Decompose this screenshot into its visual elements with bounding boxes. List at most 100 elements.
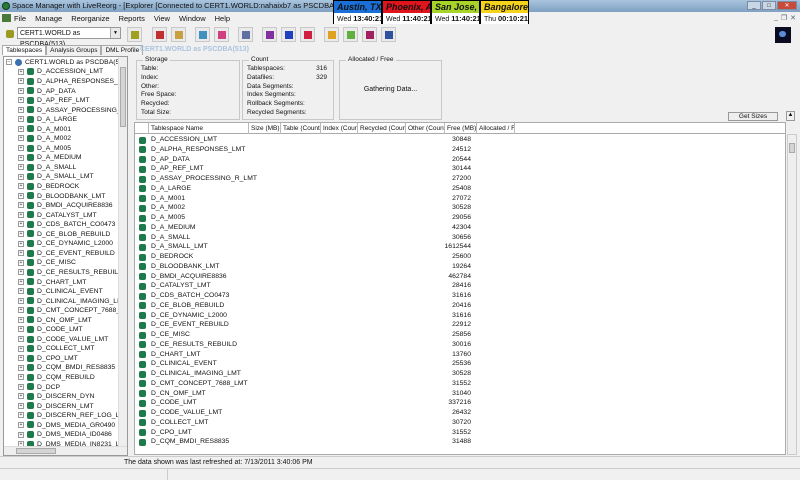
table-row[interactable]: D_CE_DYNAMIC_L2000 31616 [135, 311, 785, 321]
script-icon[interactable] [171, 27, 186, 42]
table-row[interactable]: D_A_M005 29056 [135, 213, 785, 223]
table-row[interactable]: D_CLINICAL_EVENT 25536 [135, 359, 785, 369]
table-row[interactable]: D_A_LARGE 25408 [135, 184, 785, 194]
table-row[interactable]: D_A_SMALL 30656 [135, 233, 785, 243]
column-header[interactable]: Table (Count) [281, 123, 321, 134]
column-header[interactable]: Free (MB) [445, 123, 477, 134]
tree-item[interactable]: + D_CN_OMF_LMT [18, 316, 92, 326]
exit-icon[interactable] [381, 27, 396, 42]
tree-item[interactable]: + D_CE_RESULTS_REBUILD [18, 268, 123, 278]
expand-icon[interactable]: + [18, 202, 24, 209]
menu-reorganize[interactable]: Reorganize [71, 14, 109, 23]
connection-select[interactable]: CERT1.WORLD as PSCDBA(513)▼ [17, 27, 121, 48]
mdi-restore-button[interactable]: ❐ [781, 14, 787, 22]
collapse-icon[interactable]: − [6, 59, 12, 66]
tree-item[interactable]: + D_CLINICAL_EVENT [18, 287, 103, 297]
table-row[interactable]: D_A_M001 27072 [135, 194, 785, 204]
expand-icon[interactable]: + [18, 393, 24, 400]
tree-item[interactable]: + D_A_MEDIUM [18, 153, 82, 163]
tree-item[interactable]: + D_CODE_LMT [18, 325, 83, 335]
collapse-up-button[interactable]: ▲ [786, 111, 795, 121]
get-sizes-button[interactable]: Get Sizes [728, 112, 778, 121]
tree-item[interactable]: + D_DCP [18, 383, 60, 393]
table-row[interactable]: D_BMDI_ACQUIRE8836 462784 [135, 272, 785, 282]
expand-icon[interactable]: + [18, 125, 24, 132]
satellite-icon[interactable] [238, 27, 253, 42]
tree-item[interactable]: + D_DMS_MEDIA_GR0490 [18, 421, 115, 431]
tablespace-tree[interactable]: − CERT1.WORLD as PSCDBA(513) + D_ACCESSION_… [3, 56, 128, 456]
expand-icon[interactable]: + [18, 297, 24, 304]
tree-item[interactable]: + D_DISCERN_LMT [18, 402, 94, 412]
table-row[interactable]: D_ASSAY_PROCESSING_R_LMT 27200 [135, 174, 785, 184]
tree-item[interactable]: + D_A_LARGE [18, 115, 77, 125]
tree-item[interactable]: + D_CQM_BMDI_RES8835 [18, 363, 115, 373]
table-row[interactable]: D_CE_MISC 25856 [135, 330, 785, 340]
expand-icon[interactable]: + [18, 97, 24, 104]
expand-icon[interactable]: + [18, 336, 24, 342]
table-row[interactable]: D_COLLECT_LMT 30720 [135, 418, 785, 428]
expand-icon[interactable]: + [18, 87, 24, 94]
expand-icon[interactable]: + [18, 421, 24, 428]
expand-icon[interactable]: + [18, 374, 24, 381]
expand-icon[interactable]: + [18, 278, 24, 285]
minimize-button[interactable]: _ [747, 1, 761, 10]
expand-icon[interactable]: + [18, 316, 24, 323]
tree-item[interactable]: + D_CE_BLOB_REBUILD [18, 230, 110, 240]
expand-icon[interactable]: + [18, 288, 24, 295]
expand-icon[interactable]: + [18, 326, 24, 333]
table-row[interactable]: D_CATALYST_LMT 28416 [135, 281, 785, 291]
table-row[interactable]: D_CODE_VALUE_LMT 26432 [135, 408, 785, 418]
expand-icon[interactable]: + [18, 240, 24, 247]
expand-icon[interactable]: + [18, 269, 24, 276]
expand-icon[interactable]: + [18, 116, 24, 123]
tree-item[interactable]: + D_CATALYST_LMT [18, 211, 97, 221]
table-row[interactable]: D_BLOODBANK_LMT 19264 [135, 262, 785, 272]
connect-icon[interactable] [3, 27, 18, 42]
expand-icon[interactable]: + [18, 211, 24, 218]
table-row[interactable]: D_A_MEDIUM 42304 [135, 223, 785, 233]
close-button[interactable]: ✕ [777, 1, 797, 10]
table-row[interactable]: D_A_SMALL_LMT 1612544 [135, 242, 785, 252]
menu-file[interactable]: File [14, 14, 26, 23]
tree-item[interactable]: + D_CODE_VALUE_LMT [18, 335, 108, 345]
table-row[interactable]: D_CMT_CONCEPT_7688_LMT 31552 [135, 379, 785, 389]
bar-chart-icon[interactable] [262, 27, 277, 42]
expand-icon[interactable]: + [18, 154, 24, 161]
tab-tablespaces[interactable]: Tablespaces [2, 45, 47, 55]
table-row[interactable]: D_CPO_LMT 31552 [135, 428, 785, 438]
expand-icon[interactable]: + [18, 412, 24, 419]
filter-icon[interactable] [343, 27, 358, 42]
tree-item[interactable]: + D_AP_REF_LMT [18, 96, 90, 106]
tree-item[interactable]: + D_DMS_MEDIA_ID0486 [18, 430, 112, 440]
column-header[interactable]: Other (Count) [406, 123, 445, 134]
tools-icon[interactable] [300, 27, 315, 42]
tree-item[interactable]: + D_CE_EVENT_REBUILD [18, 249, 115, 259]
tree-item[interactable]: + D_CPO_LMT [18, 354, 78, 364]
tree-item[interactable]: + D_AP_DATA [18, 87, 76, 97]
tree-item[interactable]: + D_CMT_CONCEPT_7688_LMT [18, 306, 127, 316]
tree-item[interactable]: + D_CLINICAL_IMAGING_LMT [18, 297, 127, 307]
column-header[interactable]: Size (MB) [249, 123, 281, 134]
expand-icon[interactable]: + [18, 402, 24, 409]
tab-dml-profile[interactable]: DML Profile [101, 45, 144, 55]
tree-item[interactable]: + D_ASSAY_PROCESSING_R_LMT [18, 106, 127, 116]
tree-item[interactable]: + D_A_M005 [18, 144, 71, 154]
tablespace-icon[interactable] [127, 27, 142, 42]
tree-item[interactable]: + D_BLOODBANK_LMT [18, 192, 105, 202]
table-row[interactable]: D_CDS_BATCH_CO0473 31616 [135, 291, 785, 301]
import-icon[interactable] [152, 27, 167, 42]
tree-item[interactable]: + D_BMDI_ACQUIRE8836 [18, 201, 113, 211]
tree-item[interactable]: + D_BEDROCK [18, 182, 79, 192]
tree-item[interactable]: + D_COLLECT_LMT [18, 344, 94, 354]
mdi-close-button[interactable]: ✕ [790, 14, 796, 22]
tab-analysis-groups[interactable]: Analysis Groups [46, 45, 102, 55]
column-header[interactable]: Allocated / Free [477, 123, 515, 134]
tree-item[interactable]: + D_CE_MISC [18, 258, 76, 268]
column-header[interactable]: Recycled (Count) [358, 123, 406, 134]
table-row[interactable]: D_CE_RESULTS_REBUILD 30016 [135, 340, 785, 350]
expand-icon[interactable]: + [18, 145, 24, 151]
column-header[interactable]: Tablespace Name [149, 123, 249, 134]
expand-icon[interactable]: + [18, 68, 24, 75]
expand-icon[interactable]: + [18, 106, 24, 113]
table-row[interactable]: D_CODE_LMT 337216 [135, 398, 785, 408]
